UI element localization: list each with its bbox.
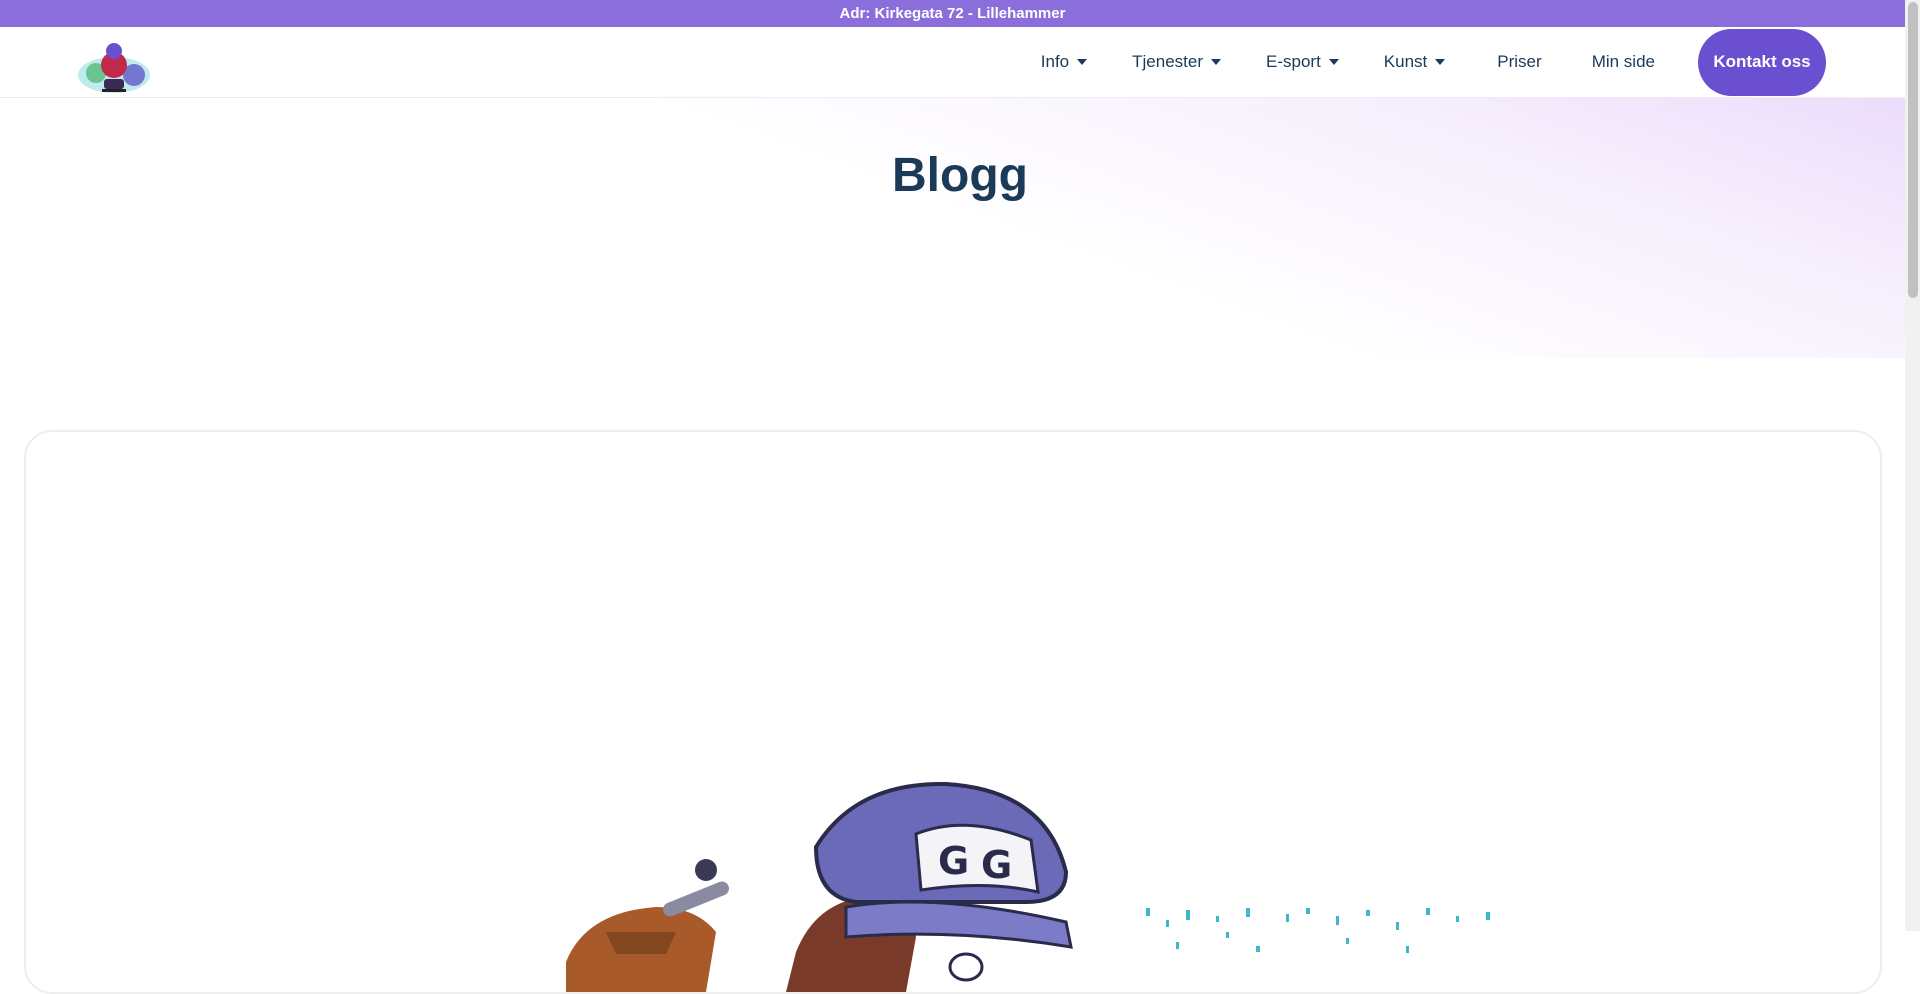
gamer-mascot-illustration-icon: G G bbox=[566, 781, 1490, 992]
page-scrollbar[interactable] bbox=[1905, 0, 1920, 931]
nav-esport-label: E-sport bbox=[1266, 52, 1321, 71]
page-title: Blogg bbox=[892, 149, 1028, 202]
site-logo[interactable] bbox=[74, 35, 154, 97]
nav-kunst-label: Kunst bbox=[1383, 52, 1428, 71]
chevron-down-icon bbox=[1211, 59, 1221, 65]
gamer-mascot-logo-icon bbox=[78, 43, 150, 93]
chevron-down-icon bbox=[1435, 59, 1446, 65]
featured-post-card[interactable]: G G bbox=[24, 430, 1882, 994]
nav-esport[interactable]: E-sport bbox=[1266, 52, 1339, 72]
scrollbar-thumb[interactable] bbox=[1908, 2, 1918, 298]
svg-text:G: G bbox=[938, 839, 969, 883]
nav-min-side-label: Min side bbox=[1591, 52, 1655, 71]
contact-button[interactable]: Kontakt oss bbox=[1698, 28, 1826, 96]
nav-min-side[interactable]: Min side bbox=[1592, 52, 1655, 72]
address-text: Adr: Kirkegata 72 - Lillehammer bbox=[839, 5, 1066, 22]
nav-info-label: Info bbox=[1040, 52, 1070, 71]
chevron-down-icon bbox=[1328, 59, 1339, 65]
hero-background bbox=[0, 98, 1905, 358]
nav-tjenester-label: Tjenester bbox=[1132, 52, 1203, 71]
contact-button-label: Kontakt oss bbox=[1713, 52, 1811, 71]
nav-priser-label: Priser bbox=[1497, 52, 1542, 71]
main-nav: Info Tjenester E-sport Kunst Priser Min … bbox=[1041, 28, 1826, 96]
nav-info[interactable]: Info bbox=[1040, 52, 1088, 72]
nav-kunst[interactable]: Kunst bbox=[1383, 52, 1446, 72]
site-header: Info Tjenester E-sport Kunst Priser Min … bbox=[0, 27, 1905, 98]
svg-text:G: G bbox=[981, 843, 1012, 887]
nav-tjenester[interactable]: Tjenester bbox=[1132, 52, 1221, 72]
nav-priser[interactable]: Priser bbox=[1497, 52, 1541, 72]
address-bar: Adr: Kirkegata 72 - Lillehammer bbox=[0, 0, 1905, 27]
chevron-down-icon bbox=[1077, 59, 1088, 65]
